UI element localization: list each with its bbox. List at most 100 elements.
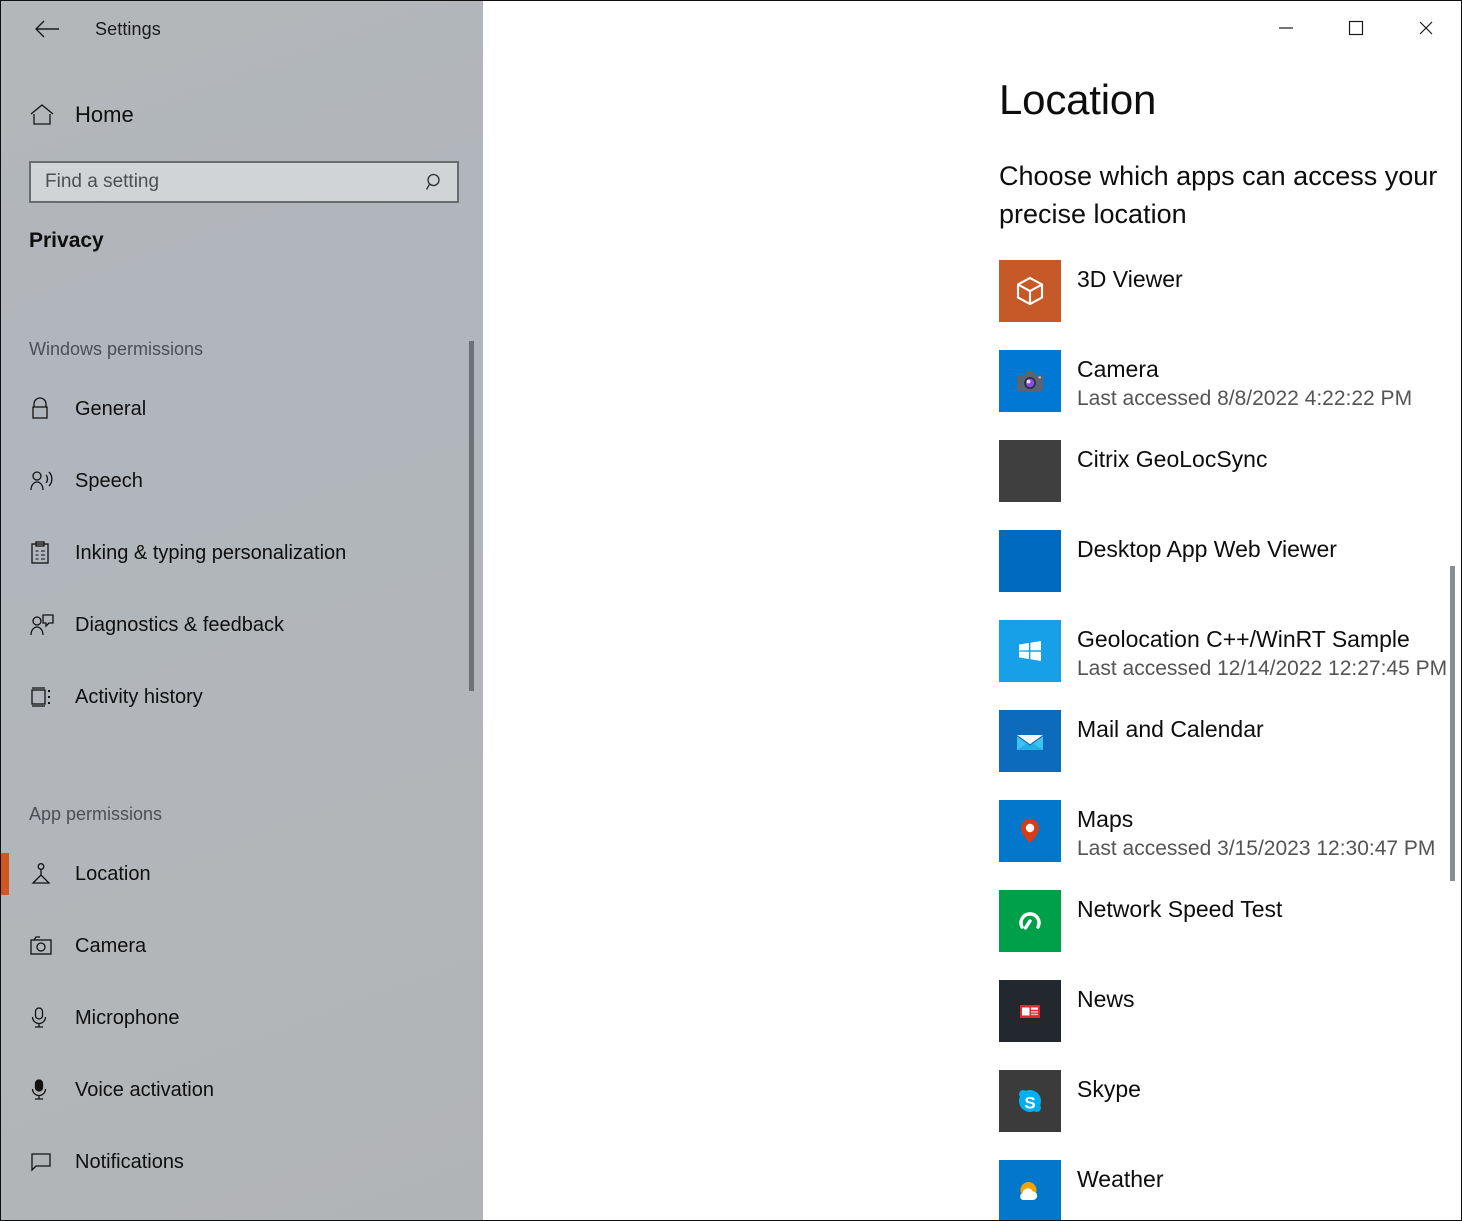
sidebar-item-label: Location: [75, 863, 151, 886]
app-name: 3D Viewer: [1077, 266, 1461, 294]
app-text: Maps Last accessed 3/15/2023 12:30:47 PM: [1077, 800, 1461, 862]
home-label: Home: [75, 102, 134, 128]
settings-window: Settings Home Priva: [0, 0, 1462, 1221]
app-row-maps: Maps Last accessed 3/15/2023 12:30:47 PM…: [999, 800, 1461, 890]
app-text: 3D Viewer: [1077, 260, 1461, 294]
app-text: Camera Last accessed 8/8/2022 4:22:22 PM: [1077, 350, 1461, 412]
notification-bubble-icon: [29, 1151, 61, 1173]
sidebar-item-camera[interactable]: Camera: [1, 923, 483, 969]
sidebar-item-microphone[interactable]: Microphone: [1, 995, 483, 1041]
main-scrollbar[interactable]: [1447, 55, 1459, 1220]
app-name: Geolocation C++/WinRT Sample: [1077, 626, 1461, 654]
sidebar-item-label: Voice activation: [75, 1079, 214, 1102]
group-heading-windows-permissions: Windows permissions: [29, 339, 483, 360]
news-icon: [999, 980, 1061, 1042]
app-last-accessed: Last accessed 8/8/2022 4:22:22 PM: [1077, 387, 1461, 411]
app-row-network-speed-test: Network Speed Test On: [999, 890, 1461, 980]
sidebar-item-notifications[interactable]: Notifications: [1, 1139, 483, 1185]
sidebar-item-voice-activation[interactable]: Voice activation: [1, 1067, 483, 1113]
svg-text:S: S: [1024, 1093, 1035, 1112]
sidebar-item-label: Activity history: [75, 686, 203, 709]
sidebar-item-label: Inking & typing personalization: [75, 542, 346, 565]
app-row-mail-and-calendar: Mail and Calendar On: [999, 710, 1461, 800]
sidebar-item-activity-history[interactable]: Activity history: [1, 674, 483, 720]
sidebar-item-label: General: [75, 398, 146, 421]
citrix-geolocsync-icon: [999, 440, 1061, 502]
sidebar-item-location[interactable]: Location: [1, 851, 483, 897]
sidebar-item-speech[interactable]: Speech: [1, 458, 483, 504]
sidebar-item-inking-typing-personalization[interactable]: Inking & typing personalization: [1, 530, 483, 576]
app-row-skype: S Skype On: [999, 1070, 1461, 1160]
sidebar-item-label: Microphone: [75, 1007, 180, 1030]
sidebar-category-title: Privacy: [29, 229, 483, 253]
app-text: Skype: [1077, 1070, 1461, 1104]
app-row-camera: Camera Last accessed 8/8/2022 4:22:22 PM…: [999, 350, 1461, 440]
app-text: Citrix GeoLocSync: [1077, 440, 1461, 474]
home-icon: [29, 103, 63, 127]
app-last-accessed: Last accessed 12/14/2022 12:27:45 PM: [1077, 657, 1461, 681]
3d-viewer-icon: [999, 260, 1061, 322]
app-row-news: News On: [999, 980, 1461, 1070]
sidebar-scrollbar-thumb[interactable]: [469, 341, 474, 691]
speech-person-icon: [29, 469, 61, 493]
search-input[interactable]: [31, 163, 457, 201]
skype-icon: S: [999, 1070, 1061, 1132]
app-row-geolocation-cpp-winrt-sample: Geolocation C++/WinRT Sample Last access…: [999, 620, 1461, 710]
sidebar-scrollbar[interactable]: [465, 1, 479, 1220]
app-name: Mail and Calendar: [1077, 716, 1461, 744]
search-box[interactable]: [29, 161, 459, 203]
camera-app-icon: [999, 350, 1061, 412]
activity-history-icon: [29, 685, 61, 709]
app-name: Maps: [1077, 806, 1461, 834]
maps-pin-icon: [999, 800, 1061, 862]
app-text: Weather: [1077, 1160, 1461, 1194]
app-row-citrix-geolocsync: Citrix GeoLocSync On: [999, 440, 1461, 530]
windows-logo-icon: [999, 620, 1061, 682]
sidebar-item-label: Diagnostics & feedback: [75, 614, 284, 637]
app-permission-list: 3D Viewer On: [999, 260, 1461, 1220]
app-row-weather: Weather On: [999, 1160, 1461, 1220]
app-name: Desktop App Web Viewer: [1077, 536, 1461, 564]
main-scrollbar-thumb[interactable]: [1450, 566, 1455, 881]
microphone-icon: [29, 1006, 61, 1030]
app-row-desktop-app-web-viewer: Desktop App Web Viewer On: [999, 530, 1461, 620]
voice-activation-icon: [29, 1078, 61, 1102]
network-speed-test-icon: [999, 890, 1061, 952]
app-text: Mail and Calendar: [1077, 710, 1461, 744]
app-name: Skype: [1077, 1076, 1461, 1104]
mail-envelope-icon: [999, 710, 1061, 772]
clipboard-icon: [29, 541, 61, 565]
back-arrow-icon[interactable]: [25, 9, 69, 49]
weather-icon: [999, 1160, 1061, 1220]
location-pin-icon: [29, 862, 61, 886]
section-heading: Choose which apps can access your precis…: [999, 157, 1461, 234]
sidebar-item-general[interactable]: General: [1, 386, 483, 432]
sidebar-item-label: Speech: [75, 470, 143, 493]
camera-icon: [29, 935, 61, 957]
sidebar-item-label: Notifications: [75, 1151, 184, 1174]
person-feedback-icon: [29, 613, 61, 637]
app-text: Geolocation C++/WinRT Sample Last access…: [1077, 620, 1461, 682]
lock-icon: [29, 397, 61, 421]
sidebar-item-label: Camera: [75, 935, 146, 958]
sidebar-titlebar: Settings: [1, 1, 483, 57]
app-name: News: [1077, 986, 1461, 1014]
group-heading-app-permissions: App permissions: [29, 804, 483, 825]
sidebar: Settings Home Priva: [1, 1, 483, 1220]
sidebar-item-diagnostics-feedback[interactable]: Diagnostics & feedback: [1, 602, 483, 648]
app-text: Desktop App Web Viewer: [1077, 530, 1461, 564]
app-text: Network Speed Test: [1077, 890, 1461, 924]
page-title: Location: [999, 79, 1461, 121]
app-text: News: [1077, 980, 1461, 1014]
app-row-3d-viewer: 3D Viewer On: [999, 260, 1461, 350]
main-content: Location Choose which apps can access yo…: [483, 1, 1461, 1220]
app-name: Citrix GeoLocSync: [1077, 446, 1461, 474]
app-name: Network Speed Test: [1077, 896, 1461, 924]
location-settings-pane: Location Choose which apps can access yo…: [483, 1, 1461, 1220]
desktop-app-web-viewer-icon: [999, 530, 1061, 592]
search-icon[interactable]: [425, 172, 445, 192]
app-name: Camera: [1077, 356, 1461, 384]
app-last-accessed: Last accessed 3/15/2023 12:30:47 PM: [1077, 837, 1461, 861]
search-wrapper: [29, 161, 459, 203]
sidebar-item-home[interactable]: Home: [1, 91, 483, 139]
